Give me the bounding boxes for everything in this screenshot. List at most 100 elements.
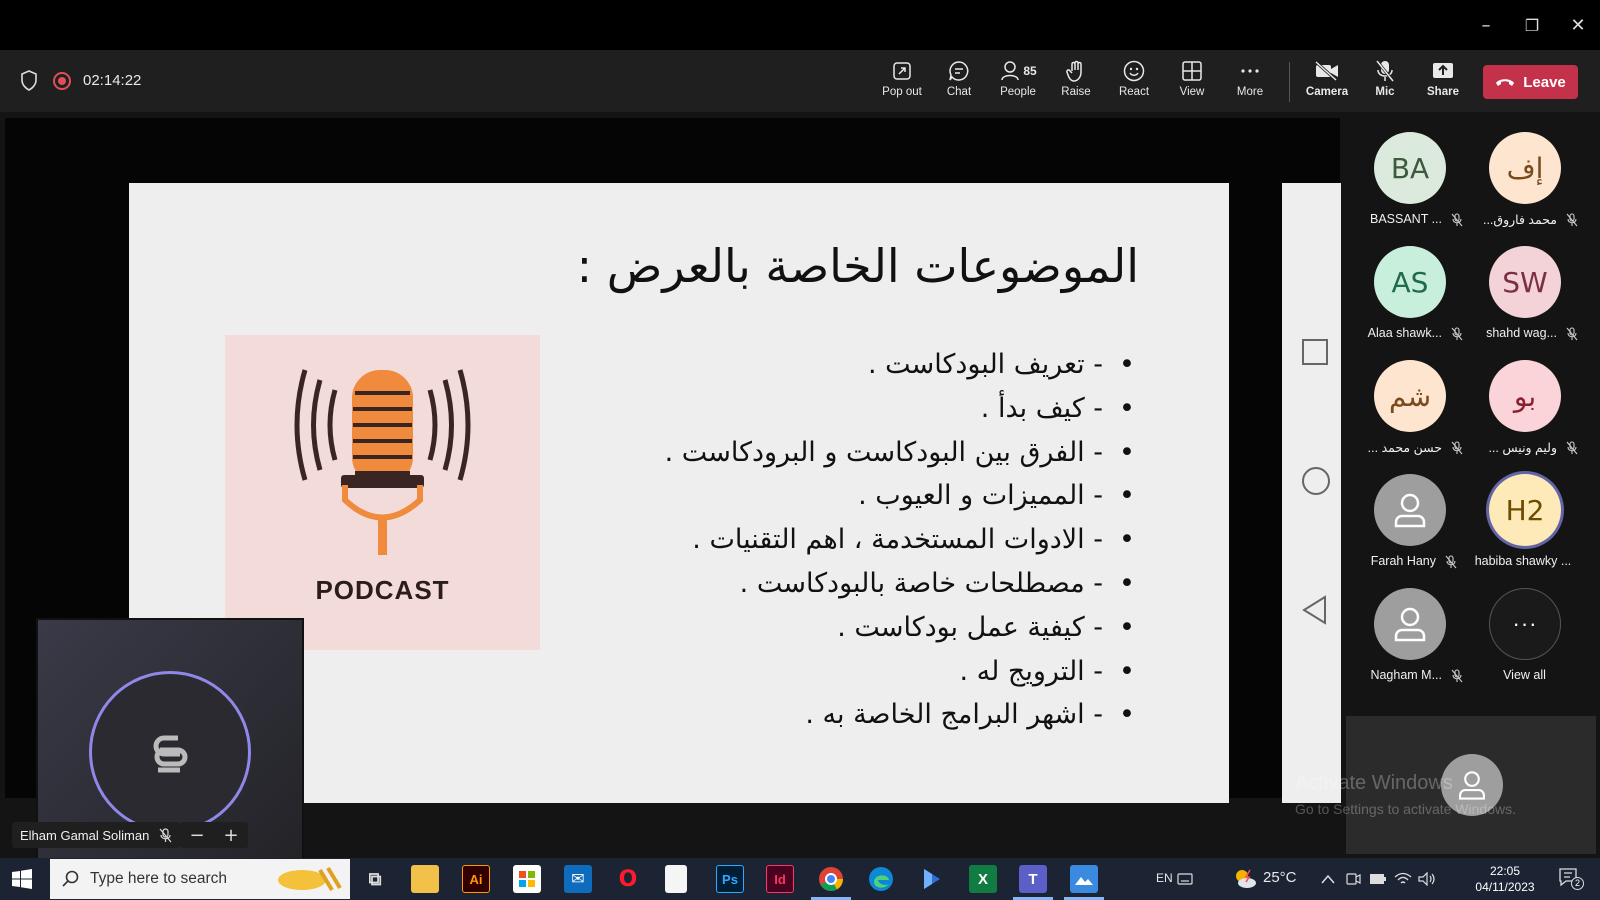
view-button[interactable]: View [1164, 58, 1220, 106]
excel-icon[interactable]: X [969, 865, 997, 893]
participant-avatar [1374, 588, 1446, 660]
slide-bullet: - كيف بدأ . [665, 387, 1139, 431]
weather-temperature[interactable]: 25°C [1263, 869, 1297, 886]
participant-avatar: SW [1489, 246, 1561, 318]
weather-icon[interactable] [1232, 867, 1258, 891]
notification-center-button[interactable]: 2 [1558, 867, 1584, 891]
battery-icon[interactable] [1369, 873, 1387, 885]
camera-button[interactable]: Camera [1299, 58, 1355, 106]
react-button[interactable]: React [1106, 58, 1162, 106]
square-nav-icon[interactable] [1301, 338, 1329, 366]
zoom-out-button[interactable]: − [189, 825, 204, 846]
podcast-image: PODCAST [225, 335, 540, 650]
chevron-up-icon[interactable] [1321, 874, 1335, 884]
power-automate-icon[interactable] [918, 865, 946, 893]
ms-store-icon[interactable] [513, 865, 541, 893]
participant-avatar: بو [1489, 360, 1561, 432]
slide-bullet: - الترويج له . [665, 650, 1139, 694]
share-label: Share [1427, 86, 1459, 98]
windows-taskbar: Type here to search ⧉ Ai ✉ O Ps Id X T E… [0, 858, 1600, 900]
participant-tile[interactable]: SW shahd wag... [1467, 226, 1582, 341]
indesign-icon[interactable]: Id [766, 865, 794, 893]
meeting-stage: الموضوعات الخاصة بالعرض : PODCAST • - تع… [0, 112, 1345, 886]
photos-icon[interactable] [1064, 865, 1104, 900]
restore-button[interactable]: ❐ [1509, 8, 1555, 42]
chrome-icon[interactable] [811, 865, 851, 900]
circle-nav-icon[interactable] [1301, 466, 1331, 496]
close-button[interactable]: ✕ [1555, 8, 1600, 42]
slide-bullet: - كيفية عمل بودكاست . [665, 606, 1139, 650]
participant-tile[interactable]: بو ... وليم ونيس [1467, 340, 1582, 455]
pop-out-label: Pop out [882, 86, 922, 98]
meet-now-icon[interactable] [1345, 871, 1361, 887]
file-explorer-icon[interactable] [411, 865, 439, 893]
edge-icon[interactable] [867, 865, 895, 893]
leave-button[interactable]: Leave [1483, 65, 1578, 99]
language-indicator[interactable]: EN [1156, 871, 1173, 885]
people-button[interactable]: 85 People [990, 58, 1046, 106]
more-dots-icon: ··· [1489, 588, 1561, 660]
zoom-in-button[interactable]: + [223, 825, 238, 846]
wifi-icon[interactable] [1394, 872, 1412, 886]
people-label: People [1000, 86, 1036, 98]
participant-avatar-speaking: H2 [1489, 474, 1561, 546]
store-grid-icon [519, 871, 535, 887]
volume-icon[interactable] [1418, 872, 1436, 886]
taskbar-search-box[interactable]: Type here to search [50, 859, 350, 899]
mic-off-icon [1566, 213, 1578, 227]
recording-indicator-icon [53, 72, 71, 90]
participant-tile[interactable]: Nagham M... [1352, 568, 1467, 683]
view-icon [1182, 61, 1202, 81]
notepad-icon[interactable] [665, 865, 687, 893]
participant-tile[interactable]: إف ...محمد فاروق [1467, 112, 1582, 227]
mic-button[interactable]: Mic [1357, 58, 1413, 106]
mic-off-icon [1445, 555, 1457, 569]
task-view-icon[interactable]: ⧉ [361, 865, 389, 893]
photoshop-icon[interactable]: Ps [716, 865, 744, 893]
slide-bullet: - الادوات المستخدمة ، اهم التقنيات . [665, 518, 1139, 562]
slide-bullet: - المميزات و العيوب . [665, 474, 1139, 518]
meeting-toolbar: 02:14:22 Pop out Chat 85 People Raise Re… [0, 50, 1600, 112]
back-nav-icon[interactable] [1301, 595, 1329, 625]
automate-logo-icon [924, 869, 940, 889]
photos-logo-icon [1075, 877, 1093, 885]
view-all-button[interactable]: ··· View all [1467, 568, 1582, 682]
mic-off-icon [1451, 441, 1463, 455]
participant-avatar: شم [1374, 360, 1446, 432]
raise-hand-button[interactable]: Raise [1048, 58, 1104, 106]
opera-icon[interactable]: O [614, 865, 642, 893]
more-button[interactable]: More [1222, 58, 1278, 106]
taskbar-clock[interactable]: 22:05 04/11/2023 [1469, 863, 1541, 895]
slide-bullet: - الفرق بين البودكاست و البرودكاست . [665, 431, 1139, 475]
mic-off-icon [1451, 327, 1463, 341]
illustrator-icon[interactable]: Ai [462, 865, 490, 893]
share-button[interactable]: Share [1415, 58, 1471, 106]
minimize-button[interactable]: – [1463, 8, 1509, 42]
slide-title: الموضوعات الخاصة بالعرض : [576, 239, 1139, 293]
chat-button[interactable]: Chat [931, 58, 987, 106]
person-icon [1394, 607, 1426, 642]
chat-label: Chat [946, 86, 972, 98]
chat-icon [949, 61, 969, 81]
presenter-logo-icon [153, 735, 188, 773]
mic-label: Mic [1375, 86, 1395, 98]
keyboard-icon[interactable] [1177, 873, 1193, 885]
participant-tile[interactable]: AS Alaa shawk... [1352, 226, 1467, 341]
podcast-caption: PODCAST [315, 575, 450, 605]
leave-label: Leave [1523, 73, 1566, 91]
pop-out-button[interactable]: Pop out [874, 58, 930, 106]
participant-name: ...محمد فاروق [1482, 213, 1557, 227]
clock-date: 04/11/2023 [1475, 880, 1535, 894]
windows-start-icon[interactable] [12, 869, 32, 889]
participant-tile[interactable]: شم ... حسن محمد [1352, 340, 1467, 455]
mail-icon[interactable]: ✉ [564, 865, 592, 893]
presenter-avatar [89, 671, 251, 833]
activate-windows-hint: Go to Settings to activate Windows. [1295, 801, 1516, 817]
participant-tile[interactable]: Farah Hany [1352, 454, 1467, 569]
teams-icon[interactable]: T [1013, 865, 1053, 900]
search-highlight-icon [278, 866, 342, 892]
shield-icon [21, 70, 37, 91]
pop-out-icon [893, 62, 911, 80]
participant-tile[interactable]: H2 habiba shawky ... [1467, 454, 1582, 568]
participant-tile[interactable]: BA BASSANT ... [1352, 112, 1467, 227]
